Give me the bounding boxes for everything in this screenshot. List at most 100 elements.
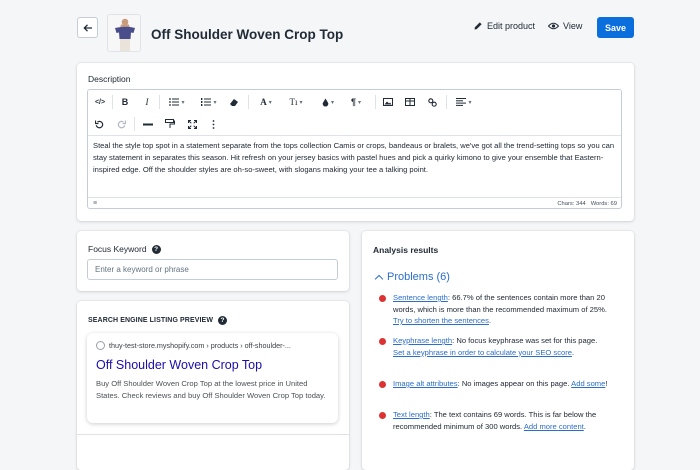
chevron-up-icon xyxy=(374,274,384,283)
code-icon: </> xyxy=(94,98,106,106)
link-icon xyxy=(427,97,437,107)
insert-image-button[interactable] xyxy=(382,95,394,109)
problems-toggle[interactable]: Problems (6) xyxy=(374,271,450,283)
issue-tail: . xyxy=(571,347,575,357)
italic-button[interactable]: I xyxy=(141,95,153,109)
problem-dot-icon xyxy=(379,338,386,345)
save-button[interactable]: Save xyxy=(597,17,634,38)
serp-url: thuy-test-store.myshopify.com › products… xyxy=(96,341,291,350)
clear-format-button[interactable] xyxy=(228,95,240,109)
align-left-icon xyxy=(456,98,467,106)
description-label: Description xyxy=(88,74,131,84)
serp-description: Buy Off Shoulder Woven Crop Top at the l… xyxy=(96,379,326,400)
description-card: Description </> B I ▾ ▾ A ▾ Tı ▾ ▾ ¶ ▾ ▾… xyxy=(77,63,634,221)
arrow-left-icon xyxy=(82,23,92,32)
numbered-list-button[interactable]: ▾ xyxy=(199,95,219,109)
problem-dot-icon xyxy=(379,295,386,302)
issue-name-link[interactable]: Text length xyxy=(393,410,430,419)
eye-icon xyxy=(548,22,559,30)
issue-fix-link[interactable]: Set a keyphrase in order to calculate yo… xyxy=(393,348,572,357)
eraser-icon xyxy=(230,99,238,106)
paragraph-button[interactable]: ¶ ▾ xyxy=(346,95,366,109)
undo-icon xyxy=(94,120,103,128)
pencil-icon xyxy=(474,22,482,30)
issue-text: : No focus keyphrase was set for this pa… xyxy=(452,336,598,345)
view-link[interactable]: View xyxy=(548,21,582,31)
expand-icon xyxy=(187,119,197,129)
focus-keyword-input[interactable] xyxy=(87,259,338,280)
paragraph-icon: ¶ xyxy=(350,97,356,107)
serp-preview-box: thuy-test-store.myshopify.com › products… xyxy=(87,333,338,423)
insert-table-button[interactable] xyxy=(404,95,416,109)
horizontal-rule-button[interactable] xyxy=(142,117,154,131)
rich-text-editor: </> B I ▾ ▾ A ▾ Tı ▾ ▾ ¶ ▾ ▾ Steal the s… xyxy=(87,89,622,209)
issue-tail: . xyxy=(488,316,492,325)
issue-item: Keyphrase length: No focus keyphrase was… xyxy=(379,335,609,358)
resize-grip-icon[interactable]: ≡ xyxy=(93,200,97,207)
issue-tail: ! xyxy=(605,379,608,388)
issue-item: Image alt attributes: No images appear o… xyxy=(379,378,609,390)
analysis-results-card: Analysis results Problems (6) Sentence l… xyxy=(362,231,634,470)
product-thumbnail xyxy=(107,14,141,52)
more-options-button[interactable] xyxy=(208,117,218,131)
serp-preview-heading: SEARCH ENGINE LISTING PREVIEW xyxy=(88,317,214,324)
horizontal-rule-icon xyxy=(143,123,153,125)
serp-preview-label: SEARCH ENGINE LISTING PREVIEW ? xyxy=(88,316,228,325)
align-button[interactable]: ▾ xyxy=(453,95,475,109)
problem-dot-icon xyxy=(379,381,386,388)
help-icon[interactable]: ? xyxy=(218,316,228,325)
back-button[interactable] xyxy=(77,17,98,38)
redo-button[interactable] xyxy=(115,117,127,131)
issue-name-link[interactable]: Image alt attributes xyxy=(393,379,458,388)
italic-icon: I xyxy=(145,97,149,107)
font-color-button[interactable]: A ▾ xyxy=(256,95,276,109)
bullet-list-button[interactable]: ▾ xyxy=(167,95,187,109)
focus-keyword-text: Focus Keyword xyxy=(88,244,147,254)
code-view-button[interactable]: </> xyxy=(93,95,107,109)
divider xyxy=(77,434,349,435)
serp-preview-card: SEARCH ENGINE LISTING PREVIEW ? thuy-tes… xyxy=(77,301,349,470)
issue-item: Text length: The text contains 69 words.… xyxy=(379,409,609,432)
editor-statusbar: ≡ Chars: 344 Words: 69 xyxy=(88,197,621,208)
issue-fix-link[interactable]: Try to shorten the sentences xyxy=(393,316,489,325)
bold-button[interactable]: B xyxy=(119,95,131,109)
char-count: Chars: 344 xyxy=(557,201,586,207)
issue-tail: . xyxy=(583,421,586,431)
font-color-icon: A xyxy=(260,97,267,107)
editor-toolbar: </> B I ▾ ▾ A ▾ Tı ▾ ▾ ¶ ▾ ▾ xyxy=(88,90,621,136)
insert-link-button[interactable] xyxy=(426,95,438,109)
edit-product-link[interactable]: Edit product xyxy=(473,21,535,31)
chevron-down-icon: ▾ xyxy=(330,99,334,106)
table-icon xyxy=(405,98,415,106)
chevron-down-icon: ▾ xyxy=(358,99,362,106)
globe-icon xyxy=(96,341,105,350)
fullscreen-button[interactable] xyxy=(186,117,198,131)
font-size-button[interactable]: Tı ▾ xyxy=(285,95,307,109)
page-title: Off Shoulder Woven Crop Top xyxy=(151,27,344,42)
bold-icon: B xyxy=(121,97,129,107)
undo-button[interactable] xyxy=(93,117,105,131)
issue-name-link[interactable]: Sentence length xyxy=(393,293,448,302)
word-count: Words: 69 xyxy=(590,201,617,207)
format-painter-button[interactable] xyxy=(164,117,176,131)
issue-fix-link[interactable]: Add more content xyxy=(524,422,584,431)
issue-name-link[interactable]: Keyphrase length xyxy=(393,336,452,345)
font-size-icon: Tı xyxy=(289,97,298,107)
view-label: View xyxy=(563,21,583,31)
issue-item: Sentence length: 66.7% of the sentences … xyxy=(379,292,609,327)
problems-label: Problems (6) xyxy=(387,271,450,283)
highlight-button[interactable]: ▾ xyxy=(318,95,338,109)
edit-product-label: Edit product xyxy=(487,21,536,31)
image-icon xyxy=(383,98,393,106)
editor-content[interactable]: Steal the style top spot in a statement … xyxy=(93,140,617,176)
problem-dot-icon xyxy=(379,412,386,419)
serp-title[interactable]: Off Shoulder Woven Crop Top xyxy=(96,358,262,372)
chevron-down-icon: ▾ xyxy=(468,99,472,106)
chevron-down-icon: ▾ xyxy=(299,99,303,106)
serp-url-text: thuy-test-store.myshopify.com › products… xyxy=(109,341,291,350)
chevron-down-icon: ▾ xyxy=(268,99,272,106)
issue-fix-link[interactable]: Add some xyxy=(571,379,605,388)
help-icon[interactable]: ? xyxy=(151,244,161,254)
focus-keyword-card: Focus Keyword ? xyxy=(77,231,349,291)
more-vertical-icon xyxy=(212,119,214,129)
